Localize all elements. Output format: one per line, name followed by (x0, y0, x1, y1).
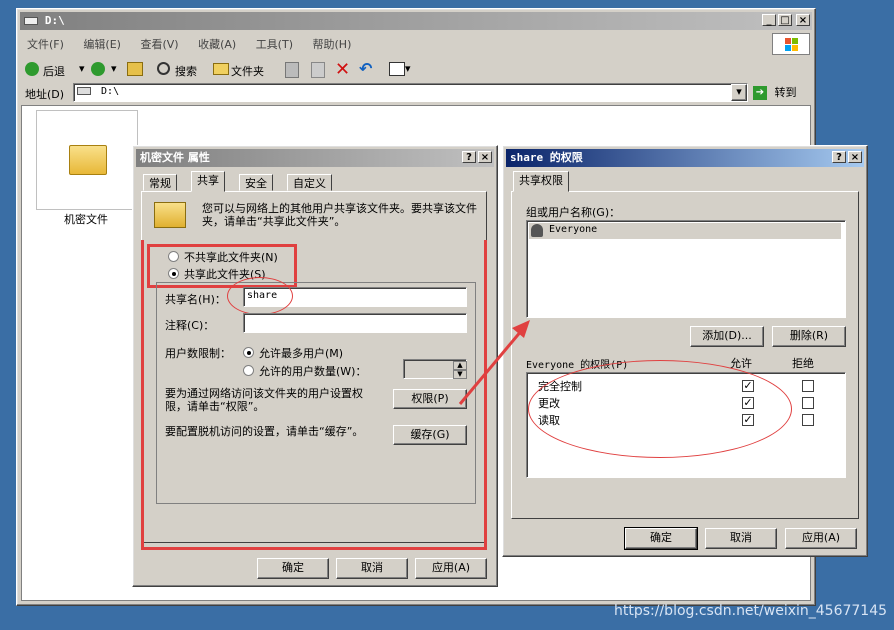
watermark: https://blog.csdn.net/weixin_45677145 (614, 603, 888, 619)
arrow-line (458, 329, 524, 405)
tab-sharing[interactable]: 共享 (191, 171, 225, 192)
annotation-arrow (458, 320, 530, 405)
arrow-head (512, 320, 530, 338)
tab-share-permissions[interactable]: 共享权限 (513, 171, 569, 192)
